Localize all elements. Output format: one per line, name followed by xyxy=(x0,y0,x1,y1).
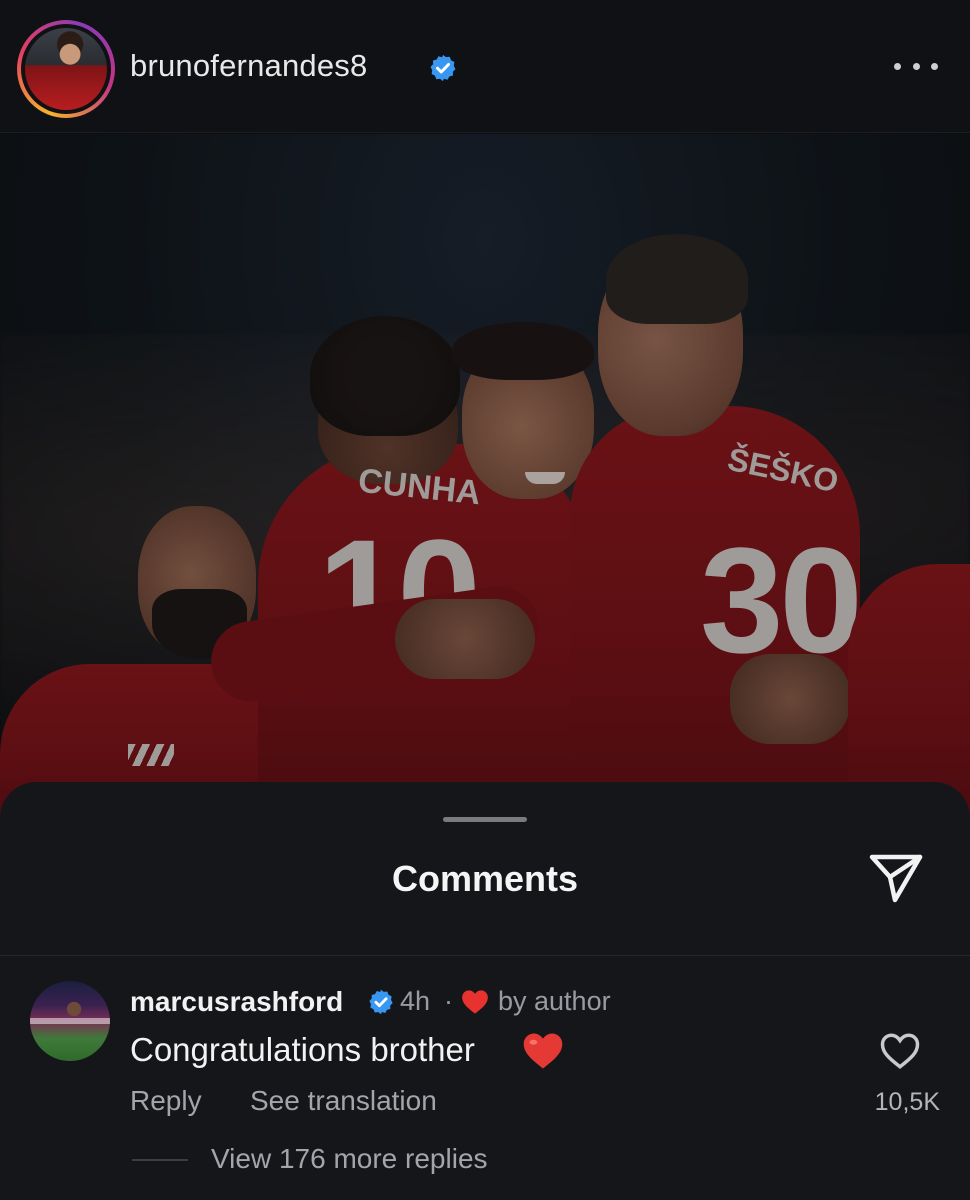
post-photo[interactable]: CUNHA 10 ŠEŠKO 30 xyxy=(0,134,970,834)
post-header: brunofernandes8 xyxy=(0,0,970,133)
liked-by-author-heart-icon xyxy=(462,990,488,1014)
send-icon[interactable] xyxy=(868,852,924,904)
view-replies-button[interactable]: View 176 more replies xyxy=(211,1143,488,1175)
comment-username[interactable]: marcusrashford xyxy=(130,986,343,1018)
comments-title: Comments xyxy=(391,858,579,899)
reply-button[interactable]: Reply xyxy=(130,1085,202,1117)
more-options-icon[interactable] xyxy=(894,58,938,74)
post-username[interactable]: brunofernandes8 xyxy=(130,48,367,84)
verified-badge-icon xyxy=(430,54,456,82)
profile-avatar[interactable] xyxy=(17,20,115,118)
comment-time: 4h xyxy=(400,986,431,1016)
avatar-image xyxy=(25,28,107,110)
comment-text: Congratulations brother xyxy=(130,1031,475,1068)
verified-badge-icon xyxy=(369,989,393,1015)
liked-by-author-label: by author xyxy=(498,986,611,1016)
drag-handle[interactable] xyxy=(443,817,527,822)
like-heart-icon[interactable] xyxy=(879,1031,921,1071)
red-heart-emoji xyxy=(523,1033,563,1069)
like-count: 10,5K xyxy=(874,1088,940,1116)
comments-sheet: Comments marcusrashford 4h · by author C… xyxy=(0,782,970,1200)
see-translation-button[interactable]: See translation xyxy=(250,1085,437,1117)
comment-avatar[interactable] xyxy=(30,981,110,1061)
separator-dot: · xyxy=(444,986,453,1016)
replies-line xyxy=(132,1159,188,1161)
sheet-divider xyxy=(0,955,970,956)
